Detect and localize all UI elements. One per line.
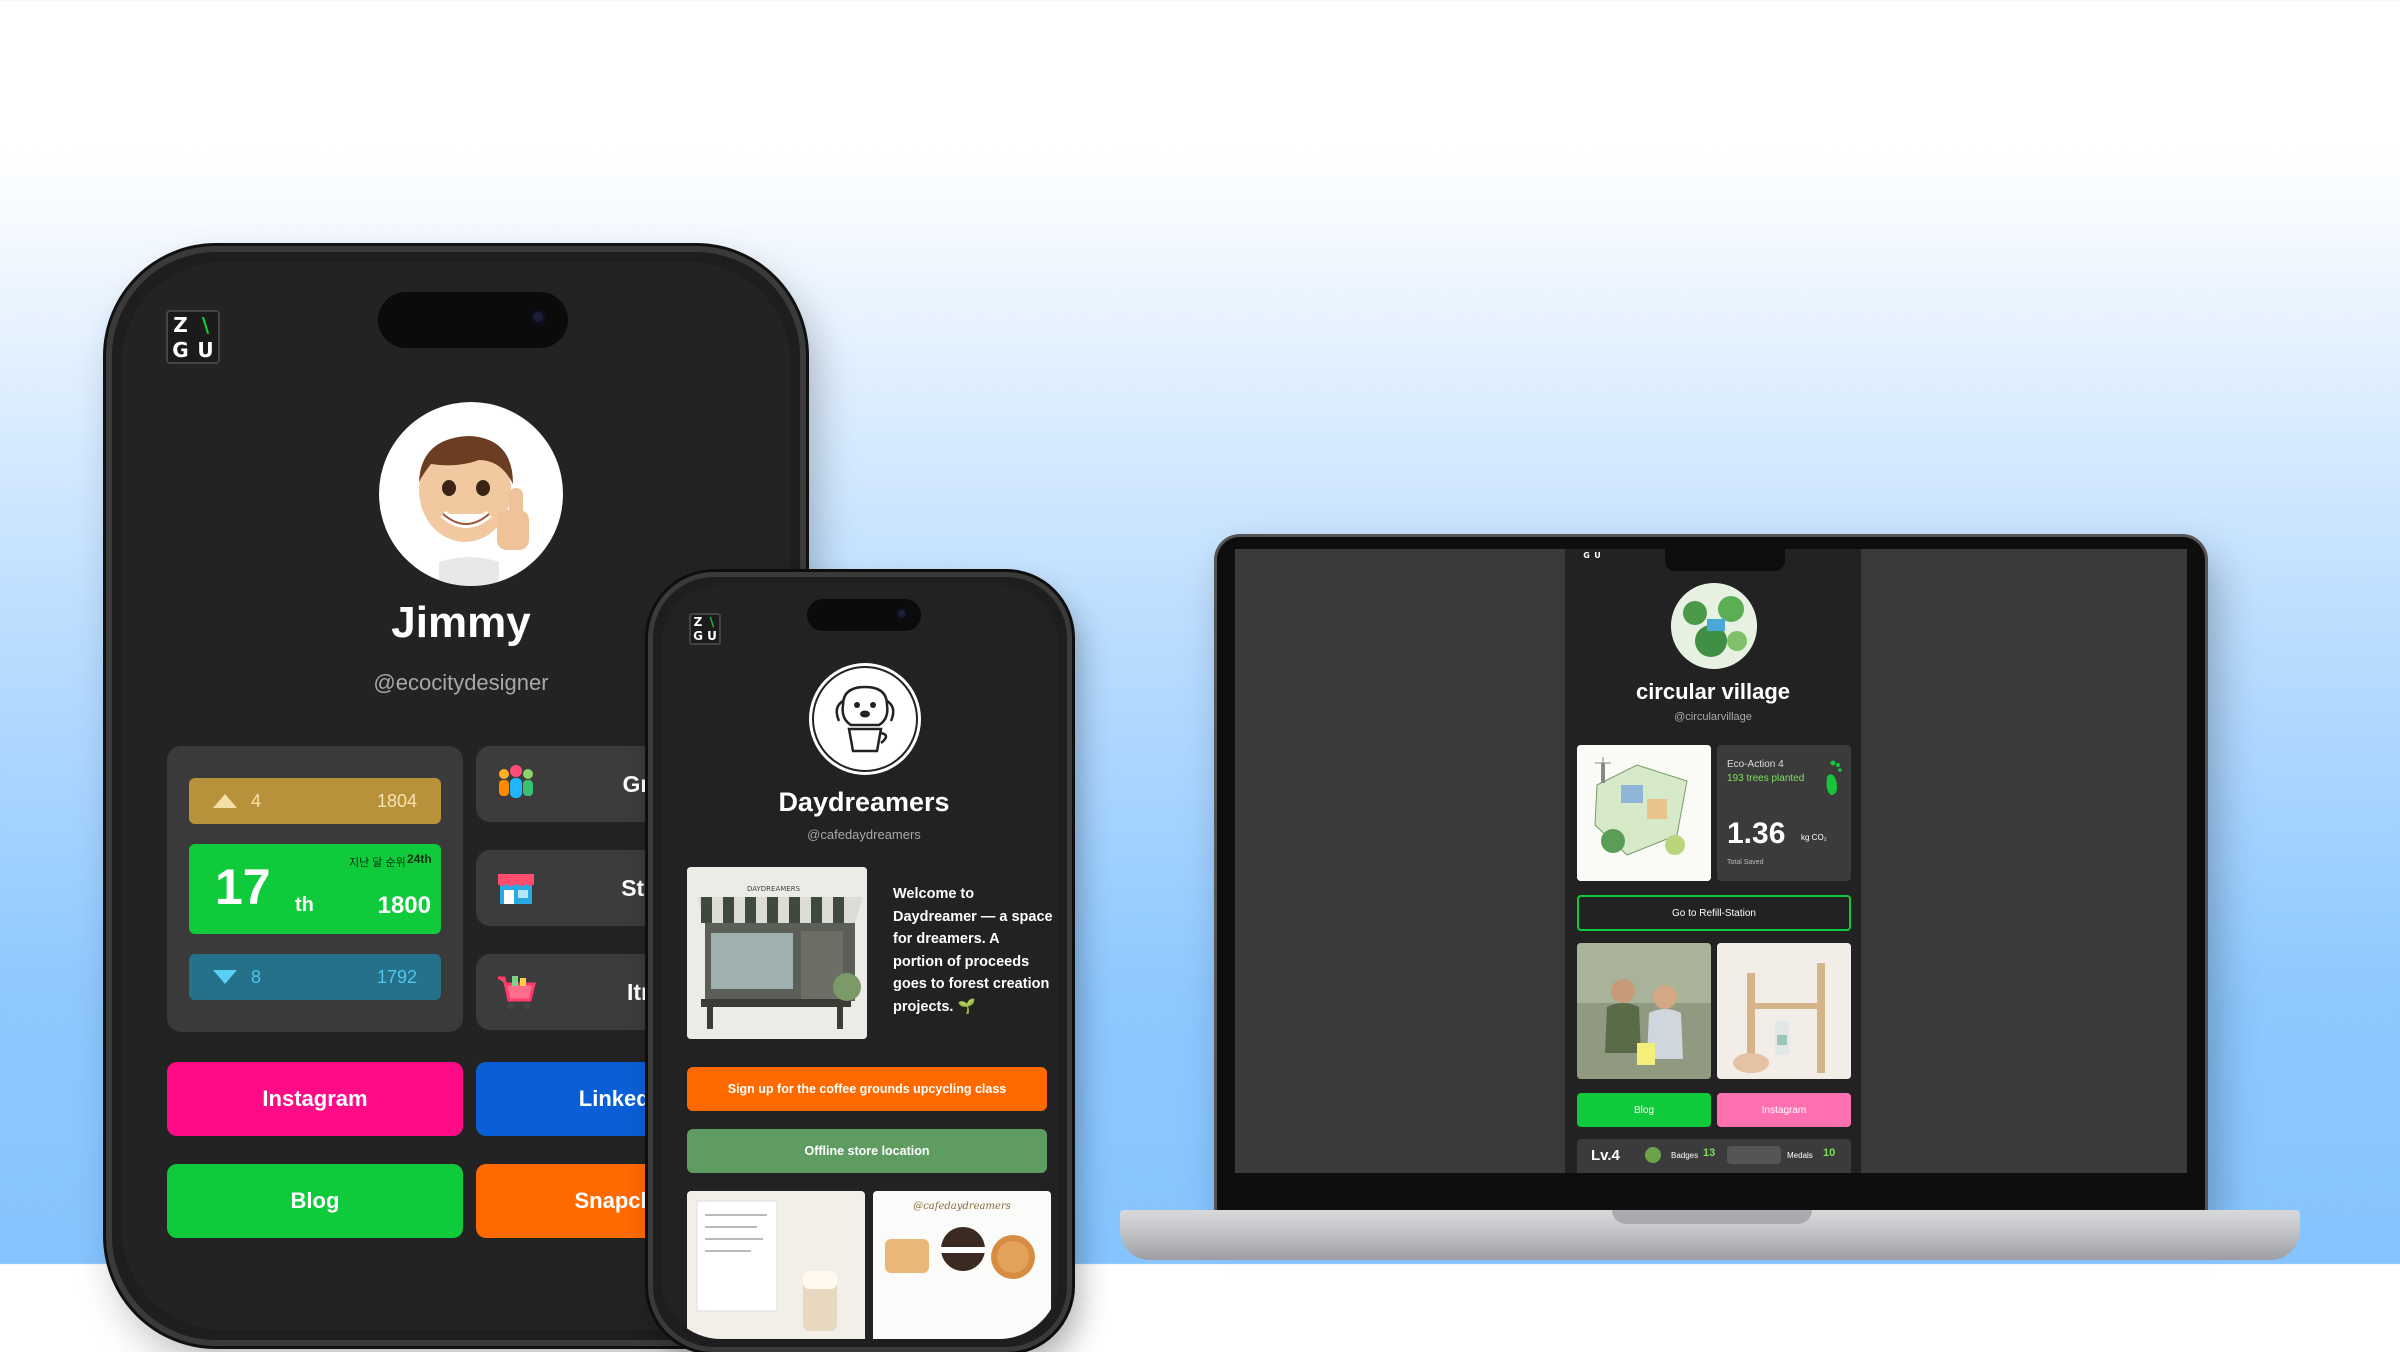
refill-station-button[interactable]: Go to Refill-Station xyxy=(1577,895,1851,931)
level-label: Lv.4 xyxy=(1591,1147,1620,1164)
logo-letter-g: G xyxy=(1583,550,1590,560)
badges-count: 13 xyxy=(1703,1147,1716,1159)
medals-icons xyxy=(1727,1146,1781,1164)
medals-label: Medals xyxy=(1787,1151,1813,1160)
camera-icon xyxy=(530,309,546,325)
shopping-cart-icon xyxy=(498,976,536,1010)
avatar xyxy=(1671,583,1757,669)
menu-and-latte-illustration xyxy=(696,1200,837,1331)
zgu-logo[interactable]: Z \ G U xyxy=(166,310,220,364)
eco-action-card: Eco-Action 4 193 trees planted 1.36 kg C… xyxy=(1717,745,1851,881)
menu-board-image xyxy=(687,1191,865,1339)
small-phone: Z \ G U Daydreamers @cafedaydreamers DAY… xyxy=(648,572,1072,1352)
laptop-notch xyxy=(1665,549,1785,571)
triangle-down-icon xyxy=(213,970,237,984)
rank-down-score: 1792 xyxy=(376,966,417,987)
level-badge-icon xyxy=(1645,1147,1661,1163)
dynamic-island xyxy=(378,292,568,348)
rank-down-left: 8 xyxy=(213,967,261,988)
footprint-icon xyxy=(1826,760,1842,795)
blog-button[interactable]: Blog xyxy=(167,1164,463,1238)
profile-column: Z \ G U circular village @circularvillag… xyxy=(1565,549,1861,1173)
profile-name: circular village xyxy=(1635,679,1791,704)
camera-icon xyxy=(896,608,907,619)
logo-letter-g: G xyxy=(172,337,189,362)
logo-letter-z: Z xyxy=(693,615,703,629)
blog-link-button[interactable]: Blog xyxy=(1577,1093,1711,1127)
group-icon xyxy=(499,765,533,798)
refill-station-photo xyxy=(1717,943,1851,1079)
cookies-illustration xyxy=(885,1227,1035,1279)
profile-handle: @cafedaydreamers xyxy=(807,827,921,842)
co2-unit: kg CO₂ xyxy=(1801,833,1827,842)
instagram-button[interactable]: Instagram xyxy=(167,1062,463,1136)
store-icon xyxy=(498,874,534,904)
laptop-opening-lip xyxy=(1612,1210,1812,1224)
logo-letter-u: U xyxy=(197,337,214,362)
avatar xyxy=(809,663,921,775)
welcome-text: Welcome to Daydreamer — a space for drea… xyxy=(893,886,1053,1015)
rank-current: 17 th 지난 달 순위 24th 1800 xyxy=(189,844,441,934)
profile-handle: @circularvillage xyxy=(1674,711,1752,723)
laptop-screen: Z \ G U circular village @circularvillag… xyxy=(1235,549,2187,1173)
people-outdoors-illustration xyxy=(1577,943,1711,1079)
rank-up-score: 1804 xyxy=(376,790,417,811)
ranking-card[interactable]: 4 1804 17 th 지난 달 순위 24th 1800 8 1792 xyxy=(167,746,463,1032)
village-avatar-icon xyxy=(1671,583,1757,669)
rank-up-row: 4 1804 xyxy=(189,778,441,824)
rank-down-row: 8 1792 xyxy=(189,954,441,1000)
dynamic-island xyxy=(807,599,921,631)
zgu-logo[interactable]: Z \ G U xyxy=(689,613,721,645)
logo-slash: \ xyxy=(201,312,210,337)
zgu-logo[interactable]: Z \ G U xyxy=(1581,549,1603,561)
eco-action-title: Eco-Action 4 xyxy=(1727,759,1784,770)
logo-letter-u: U xyxy=(1594,550,1601,560)
storefront-illustration: DAYDREAMERS xyxy=(687,867,867,1039)
avatar xyxy=(379,402,563,586)
badges-label: Badges xyxy=(1671,1151,1699,1160)
laptop: Z \ G U circular village @circularvillag… xyxy=(1214,534,2208,1214)
triangle-up-icon xyxy=(213,794,237,808)
logo-slash: \ xyxy=(709,615,715,629)
upcycling-class-button[interactable]: Sign up for the coffee grounds upcycling… xyxy=(687,1067,1047,1111)
rank-up-position: 4 xyxy=(251,790,262,811)
logo-letter-g: G xyxy=(693,629,703,643)
profile-name: Daydreamers xyxy=(778,787,950,817)
cookies-caption: @cafedaydreamers xyxy=(913,1201,1011,1212)
small-phone-screen: Z \ G U Daydreamers @cafedaydreamers DAY… xyxy=(661,585,1059,1339)
village-illustration xyxy=(1577,745,1711,881)
rank-current-position: 17 xyxy=(215,859,271,915)
logo-letter-z: Z xyxy=(173,312,188,337)
shop-sign-text: DAYDREAMERS xyxy=(747,885,801,893)
rank-last-month-value: 24th xyxy=(407,852,432,866)
cookies-image: @cafedaydreamers xyxy=(873,1191,1051,1339)
rank-last-month-label: 지난 달 순위 xyxy=(349,857,406,869)
rank-current-score: 1800 xyxy=(377,892,431,919)
memoji-avatar-icon xyxy=(419,436,529,586)
cafe-storefront-image: DAYDREAMERS xyxy=(687,867,867,1039)
instagram-link-button[interactable]: Instagram xyxy=(1717,1093,1851,1127)
rank-down-position: 8 xyxy=(251,966,262,987)
dog-coffee-logo-icon xyxy=(812,666,918,772)
people-photo xyxy=(1577,943,1711,1079)
stats-bar: Lv.4 Badges 13 Medals 10 xyxy=(1577,1139,1851,1173)
logo-letter-u: U xyxy=(707,629,717,643)
co2-saved-value: 1.36 xyxy=(1727,817,1786,850)
rank-up-left: 4 xyxy=(213,791,261,812)
co2-caption: Total Saved xyxy=(1727,859,1764,866)
store-location-button[interactable]: Offline store location xyxy=(687,1129,1047,1173)
rank-current-suffix: th xyxy=(295,894,314,916)
circular-village-map-image xyxy=(1577,745,1711,881)
medals-count: 10 xyxy=(1823,1147,1836,1159)
wooden-shelf-illustration xyxy=(1717,943,1851,1079)
eco-action-subtitle: 193 trees planted xyxy=(1727,773,1805,784)
